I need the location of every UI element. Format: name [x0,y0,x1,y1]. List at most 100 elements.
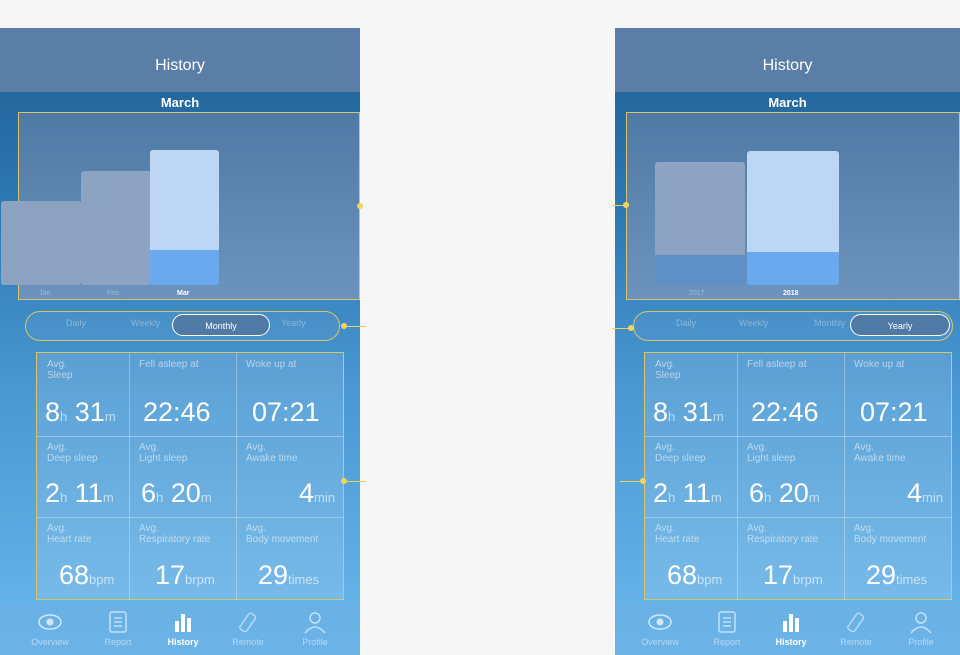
stat-value: 29times [866,560,928,590]
tab-history[interactable]: History [761,609,821,647]
period-selector: Daily Weekly Monthly Yearly [25,311,340,341]
tab-label: Profile [908,637,934,647]
header: History [0,28,360,92]
stat-light-sleep: Avg. Light sleep 6h 20m [737,436,844,517]
stat-value: 17brpm [155,560,215,590]
stat-label: Avg. Light sleep [747,442,796,464]
tab-yearly[interactable]: Yearly [281,318,306,328]
tab-profile[interactable]: Profile [285,609,345,647]
remote-icon [843,609,869,635]
month-label: March [768,95,807,110]
stat-label: Woke up at [854,359,905,370]
stat-label: Woke up at [246,359,297,370]
stat-light-sleep: Avg. Light sleep 6h 20m [129,436,236,517]
stat-fell-asleep: Fell asleep at 22:46 [129,353,236,436]
tab-report[interactable]: Report [697,609,757,647]
tab-history[interactable]: History [153,609,213,647]
annotation-line [345,326,365,327]
stat-value: 22:46 [751,397,819,427]
month-label: March [160,95,200,110]
stat-label: Fell asleep at [139,359,199,370]
chart-xlabel: 2018 [783,290,799,297]
tab-label: Overview [641,637,679,647]
chart-bar-jan[interactable] [1,201,81,285]
annotation-line [620,481,642,482]
stat-label: Avg. Heart rate [655,523,700,545]
bar-chart-icon [170,609,196,635]
stat-value: 6h 20m [141,478,212,508]
stat-value: 07:21 [252,397,320,427]
chart-xlabel: Jan [39,290,51,297]
stat-awake-time: Avg. Awake time 4min [236,436,343,517]
remote-icon [235,609,261,635]
stat-value: 8h 31m [653,397,724,427]
bottom-tab-bar: Overview Report History Remote Profile [0,605,360,655]
stat-value: 6h 20m [749,478,820,508]
tab-label: Report [104,637,132,647]
sleep-stats-grid: Avg. Sleep 8h 31m Fell asleep at 22:46 W… [36,352,344,600]
history-chart[interactable]: 2017 2018 [626,112,960,300]
tab-weekly[interactable]: Weekly [739,318,768,328]
tab-report[interactable]: Report [88,609,148,647]
chart-xlabel: Feb [107,290,120,297]
report-icon [714,609,740,635]
eye-icon [647,609,673,635]
stat-value: 4min [907,478,943,508]
tab-daily[interactable]: Daily [66,318,86,328]
stat-body-movement: Avg. Body movement 29times [236,517,343,599]
stat-respiratory-rate: Avg. Respiratory rate 17brpm [129,517,236,599]
tab-profile[interactable]: Profile [891,609,951,647]
stat-label: Avg. Body movement [854,523,927,545]
tab-overview[interactable]: Overview [630,609,690,647]
stat-heart-rate: Avg. Heart rate 68bpm [645,517,737,599]
annotation-dot [640,478,646,484]
history-screen-monthly: History March Jan Feb Mar Daily Weekly M… [0,28,360,655]
tab-overview[interactable]: Overview [20,609,80,647]
stat-value: 29times [258,560,320,590]
bar-chart-icon [778,609,804,635]
stat-value: 17brpm [763,560,823,590]
chart-bar-feb[interactable] [81,171,151,285]
stat-label: Avg. Awake time [854,442,906,464]
tab-monthly[interactable]: Monthly [172,314,270,336]
chart-bar-2018[interactable] [747,151,839,285]
stat-woke-up: Woke up at 07:21 [844,353,951,436]
tab-remote[interactable]: Remote [826,609,886,647]
tab-label: Profile [302,637,328,647]
tab-weekly[interactable]: Weekly [131,318,160,328]
stat-value: 68bpm [59,560,115,590]
tab-remote[interactable]: Remote [218,609,278,647]
stat-respiratory-rate: Avg. Respiratory rate 17brpm [737,517,844,599]
stat-label: Avg. Respiratory rate [139,523,211,545]
annotation-dot [357,203,363,209]
eye-icon [37,609,63,635]
stat-label: Avg. Light sleep [139,442,188,464]
chart-xlabel: 2017 [689,290,705,297]
annotation-line [345,481,365,482]
tab-daily[interactable]: Daily [676,318,696,328]
stat-value: 2h 11m [653,478,722,508]
annotation-dot [623,202,629,208]
stat-label: Avg. Respiratory rate [747,523,819,545]
stat-label: Avg. Body movement [246,523,319,545]
stat-value: 4min [299,478,335,508]
tab-label: Report [713,637,741,647]
tab-monthly[interactable]: Monthly [814,318,846,328]
tab-label: Overview [31,637,69,647]
chart-bar-2017[interactable] [655,162,745,285]
stat-body-movement: Avg. Body movement 29times [844,517,951,599]
bottom-tab-bar: Overview Report History Remote Profile [615,605,960,655]
chart-xlabel: Mar [177,290,190,297]
stat-deep-sleep: Avg. Deep sleep 2h 11m [645,436,737,517]
history-chart[interactable]: Jan Feb Mar [1,112,360,300]
stat-value: 68bpm [667,560,723,590]
stat-deep-sleep: Avg. Deep sleep 2h 11m [37,436,129,517]
tab-label: History [775,637,807,647]
stat-label: Avg. Sleep [47,359,73,381]
stat-label: Avg. Sleep [655,359,681,381]
stat-fell-asleep: Fell asleep at 22:46 [737,353,844,436]
stat-label: Avg. Deep sleep [47,442,98,464]
stat-heart-rate: Avg. Heart rate 68bpm [37,517,129,599]
tab-yearly[interactable]: Yearly [850,314,950,336]
chart-bar-mar[interactable] [150,150,219,285]
